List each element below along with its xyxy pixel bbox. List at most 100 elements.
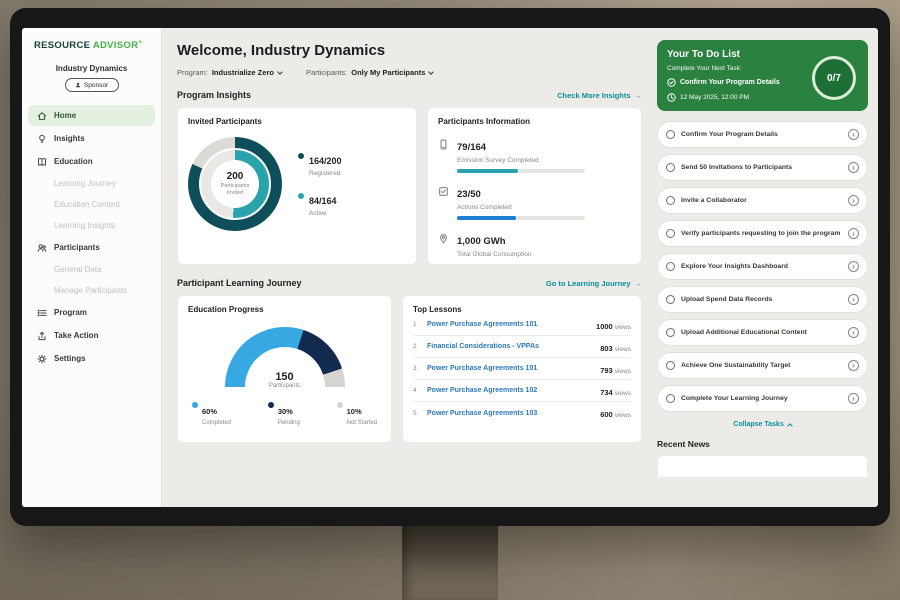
learning-section-title: Participant Learning Journey: [177, 278, 302, 288]
task-checkbox[interactable]: [666, 295, 675, 304]
task-label: Verify participants requesting to join t…: [681, 229, 842, 239]
donut-center-label: Participants Invited: [217, 183, 253, 197]
sidebar-item-participants[interactable]: Participants: [28, 237, 155, 258]
pending-label: Pending: [278, 420, 300, 426]
location-pin-icon: [438, 233, 449, 244]
legend-item-pending: 30% Pending: [268, 401, 300, 426]
education-gauge-center: 150 Participants: [221, 371, 349, 389]
task-item[interactable]: Explore Your Insights Dashboard ›: [657, 253, 868, 280]
task-label: Send 50 Invitations to Participants: [681, 163, 842, 173]
active-label: Active: [309, 210, 337, 217]
chevron-right-icon[interactable]: ›: [848, 129, 859, 140]
collapse-tasks-link[interactable]: Collapse Tasks: [657, 421, 868, 428]
sponsor-badge-label: Sponsor: [84, 82, 108, 89]
task-item[interactable]: Upload Additional Educational Content ›: [657, 319, 868, 346]
monitor-stand: [402, 520, 498, 600]
participants-filter-value: Only My Participants: [351, 68, 425, 77]
program-filter-label: Program:: [177, 68, 208, 77]
book-icon: [37, 157, 47, 167]
chevron-right-icon[interactable]: ›: [848, 162, 859, 173]
task-checkbox[interactable]: [666, 163, 675, 172]
registered-value: 164/200: [309, 156, 342, 166]
todo-progress-ring: 0/7: [812, 56, 856, 100]
donut-center-value: 200: [227, 171, 244, 182]
go-to-learning-journey-link[interactable]: Go to Learning Journey →: [546, 279, 642, 288]
task-label: Explore Your Insights Dashboard: [681, 262, 842, 272]
arrow-right-icon: →: [635, 91, 643, 100]
program-filter[interactable]: Program: Industrialize Zero: [177, 68, 282, 77]
invited-participants-card: Invited Participants 200 Participants In…: [177, 107, 417, 265]
chevron-up-icon: [787, 423, 793, 429]
task-label: Achieve One Sustainability Target: [681, 361, 842, 371]
participants-information-card: Participants Information 79/164 Emission…: [427, 107, 642, 265]
task-label: Upload Spend Data Records: [681, 295, 842, 305]
lesson-link[interactable]: Financial Considerations - VPPAs: [427, 343, 600, 350]
org-name: Industry Dynamics: [22, 64, 161, 73]
participants-filter[interactable]: Participants: Only My Participants: [306, 68, 433, 77]
arrow-right-icon: →: [635, 279, 643, 288]
task-checkbox[interactable]: [666, 229, 675, 238]
task-checkbox[interactable]: [666, 361, 675, 370]
lesson-link[interactable]: Power Purchase Agreements 101: [427, 365, 600, 372]
invited-legend: 164/200 Registered 84/164 Active: [298, 137, 342, 231]
collapse-tasks-label: Collapse Tasks: [733, 421, 783, 428]
task-checkbox[interactable]: [666, 196, 675, 205]
sidebar-item-learning-journey[interactable]: Learning Journey: [28, 174, 155, 193]
lesson-link[interactable]: Power Purchase Agreements 102: [427, 387, 600, 394]
consumption-label: Total Global Consumption: [457, 251, 531, 258]
sidebar-item-insights[interactable]: Insights: [28, 128, 155, 149]
home-icon: [37, 111, 47, 121]
task-checkbox[interactable]: [666, 130, 675, 139]
participants-information-title: Participants Information: [438, 117, 631, 126]
checklist-icon: [438, 186, 449, 197]
chevron-right-icon[interactable]: ›: [848, 294, 859, 305]
lesson-link[interactable]: Power Purchase Agreements 103: [427, 410, 600, 417]
task-checkbox[interactable]: [666, 394, 675, 403]
sidebar-item-label: Home: [54, 111, 76, 120]
task-item[interactable]: Verify participants requesting to join t…: [657, 220, 868, 247]
chevron-right-icon[interactable]: ›: [848, 393, 859, 404]
lesson-views: 600views: [600, 404, 631, 422]
sidebar-item-take-action[interactable]: Take Action: [28, 325, 155, 346]
invited-donut-center: 200 Participants Invited: [211, 160, 259, 208]
sidebar-item-label: Learning Journey: [54, 179, 116, 188]
task-checkbox[interactable]: [666, 328, 675, 337]
check-circle-icon: [667, 78, 676, 87]
chevron-right-icon[interactable]: ›: [848, 228, 859, 239]
task-item[interactable]: Achieve One Sustainability Target ›: [657, 352, 868, 379]
legend-dot: [298, 153, 304, 159]
sidebar-item-label: Participants: [54, 243, 100, 252]
active-value: 84/164: [309, 196, 337, 206]
task-item[interactable]: Upload Spend Data Records ›: [657, 286, 868, 313]
sidebar-item-manage-participants[interactable]: Manage Participants: [28, 281, 155, 300]
task-checkbox[interactable]: [666, 262, 675, 271]
task-item[interactable]: Confirm Your Program Details ›: [657, 121, 868, 148]
sidebar-item-general-data[interactable]: General Data: [28, 260, 155, 279]
learning-cards: Education Progress 150 Participants: [177, 295, 642, 443]
sidebar-item-settings[interactable]: Settings: [28, 348, 155, 369]
chevron-right-icon[interactable]: ›: [848, 195, 859, 206]
legend-item-active: 84/164 Active: [298, 191, 342, 217]
logo-advisor: ADVISOR: [93, 40, 138, 51]
lesson-link[interactable]: Power Purchase Agreements 101: [427, 321, 596, 328]
sidebar-item-program[interactable]: Program: [28, 302, 155, 323]
task-item[interactable]: Complete Your Learning Journey ›: [657, 385, 868, 412]
chevron-right-icon[interactable]: ›: [848, 261, 859, 272]
sidebar-item-home[interactable]: Home: [28, 105, 155, 126]
sidebar-item-education-content[interactable]: Education Content: [28, 195, 155, 214]
logo-resource: RESOURCE: [34, 40, 90, 51]
check-more-insights-link[interactable]: Check More Insights →: [557, 91, 642, 100]
not-started-value: 10%: [347, 407, 362, 416]
sidebar-item-learning-insights[interactable]: Learning Insights: [28, 216, 155, 235]
task-item[interactable]: Send 50 Invitations to Participants ›: [657, 154, 868, 181]
task-label: Complete Your Learning Journey: [681, 394, 842, 404]
sidebar: RESOURCE ADVISOR+ Industry Dynamics Spon…: [22, 28, 162, 507]
sidebar-item-label: General Data: [54, 265, 102, 274]
sidebar-item-education[interactable]: Education: [28, 151, 155, 172]
legend-dot: [192, 402, 198, 408]
chevron-right-icon[interactable]: ›: [848, 360, 859, 371]
lesson-views-value: 600: [600, 410, 613, 419]
program-insights-title: Program Insights: [177, 90, 251, 100]
task-item[interactable]: Invite a Collaborator ›: [657, 187, 868, 214]
chevron-right-icon[interactable]: ›: [848, 327, 859, 338]
